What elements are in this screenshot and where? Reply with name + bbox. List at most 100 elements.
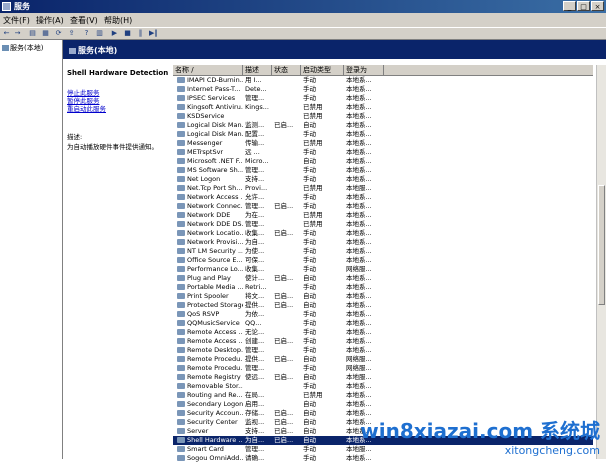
service-name-cell: KSDService bbox=[187, 112, 225, 120]
minimize-button[interactable]: _ bbox=[563, 1, 576, 11]
service-startup-cell: 手动 bbox=[303, 229, 316, 237]
table-row[interactable]: Plug and Play 使计... 已启... 自动 本地系... bbox=[173, 274, 593, 283]
service-logon-cell: 网络服... bbox=[346, 265, 372, 273]
table-row[interactable]: Network Provisi... 为自... 手动 本地系... bbox=[173, 238, 593, 247]
tree-node-services-local[interactable]: 服务(本地) bbox=[2, 43, 43, 53]
help-icon[interactable]: ? bbox=[82, 29, 91, 38]
services-icon bbox=[69, 47, 76, 54]
service-startup-cell: 自动 bbox=[303, 157, 316, 165]
table-row[interactable]: METrsptSvr 远 ... 手动 本地系... bbox=[173, 148, 593, 157]
table-row[interactable]: Microsoft .NET F... Micro... 自动 本地系... bbox=[173, 157, 593, 166]
table-row[interactable]: Internet Pass-T... Dete... 手动 本地系... bbox=[173, 85, 593, 94]
service-icon bbox=[177, 419, 185, 425]
service-icon bbox=[177, 437, 185, 443]
table-row[interactable]: Office Source E... 可保... 手动 本地系... bbox=[173, 256, 593, 265]
service-startup-cell: 自动 bbox=[303, 274, 316, 282]
table-row[interactable]: Logical Disk Man... 监测... 已启... 自动 本地系... bbox=[173, 121, 593, 130]
service-icon bbox=[177, 104, 185, 110]
service-logon-cell: 本地系... bbox=[346, 166, 372, 174]
service-icon bbox=[177, 392, 185, 398]
table-row[interactable]: Kingsoft Antiviru... Kings... 已禁用 本地系... bbox=[173, 103, 593, 112]
properties-icon[interactable]: ▦ bbox=[41, 29, 50, 38]
menu-help[interactable]: 帮助(H) bbox=[104, 15, 132, 26]
service-startup-cell: 手动 bbox=[303, 256, 316, 264]
column-log-on-as[interactable]: 登录为 bbox=[344, 65, 384, 75]
menu-view[interactable]: 查看(V) bbox=[70, 15, 98, 26]
close-button[interactable]: × bbox=[591, 1, 604, 11]
service-name-cell: Logical Disk Man... bbox=[187, 130, 243, 138]
menu-file[interactable]: 文件(F) bbox=[3, 15, 30, 26]
table-row[interactable]: Secondary Logon 启用... 自动 本地系... bbox=[173, 400, 593, 409]
scrollbar-thumb[interactable] bbox=[598, 185, 605, 305]
table-row[interactable]: Network DDE DS... 管理... 已禁用 本地系... bbox=[173, 220, 593, 229]
maximize-button[interactable]: □ bbox=[577, 1, 590, 11]
restart-service-link[interactable]: 重启动此服务 bbox=[67, 105, 106, 113]
table-row[interactable]: Logical Disk Man... 配置... 手动 本地系... bbox=[173, 130, 593, 139]
table-row[interactable]: Network Connec... 管理... 已启... 手动 本地系... bbox=[173, 202, 593, 211]
column-description[interactable]: 描述 bbox=[243, 65, 272, 75]
table-row[interactable]: QQMusicService QQ... 手动 本地系... bbox=[173, 319, 593, 328]
export-list-icon[interactable]: ⇪ bbox=[67, 29, 76, 38]
table-row[interactable]: IPSEC Services 管理... 手动 本地系... bbox=[173, 94, 593, 103]
start-service-icon[interactable]: ▶ bbox=[110, 29, 119, 38]
table-row[interactable]: Net Logon 支持... 手动 本地系... bbox=[173, 175, 593, 184]
service-desc-cell: Provi... bbox=[245, 184, 268, 192]
console-tree: 服务(本地) bbox=[0, 40, 63, 459]
column-startup-type[interactable]: 启动类型 bbox=[301, 65, 344, 75]
service-name-cell: Logical Disk Man... bbox=[187, 121, 243, 129]
description-panel: Shell Hardware Detection 停止此服务 暂停此服务 重启动… bbox=[63, 59, 173, 459]
service-desc-cell: 管理... bbox=[245, 166, 265, 174]
vertical-scrollbar[interactable] bbox=[596, 65, 606, 459]
service-logon-cell: 本地系... bbox=[346, 391, 372, 399]
back-icon[interactable]: ← bbox=[2, 29, 11, 38]
watermark-line1: win8xiazai.com 系统城 bbox=[360, 419, 600, 443]
column-status[interactable]: 状态 bbox=[272, 65, 301, 75]
table-row[interactable]: Remote Procedu... 管理... 手动 网络服... bbox=[173, 364, 593, 373]
service-name-cell: Security Center bbox=[187, 418, 238, 426]
show-hide-tree-icon[interactable]: ▤ bbox=[28, 29, 37, 38]
table-row[interactable]: Removable Stor... 手动 本地系... bbox=[173, 382, 593, 391]
table-row[interactable]: Protected Storage 提供... 已启... 自动 本地系... bbox=[173, 301, 593, 310]
restart-service-icon[interactable]: ▶‖ bbox=[149, 29, 158, 38]
table-row[interactable]: Remote Registry 使远... 已启... 自动 本地服... bbox=[173, 373, 593, 382]
service-status-cell: 已启... bbox=[274, 418, 294, 426]
service-startup-cell: 自动 bbox=[303, 355, 316, 363]
service-name-cell: Server bbox=[187, 427, 209, 435]
service-startup-cell: 自动 bbox=[303, 121, 316, 129]
table-row[interactable]: Net.Tcp Port Sh... Provi... 已禁用 本地服... bbox=[173, 184, 593, 193]
view-icon[interactable]: ▥ bbox=[95, 29, 104, 38]
table-row[interactable]: MS Software Sh... 管理... 手动 本地系... bbox=[173, 166, 593, 175]
pause-service-icon[interactable]: ‖ bbox=[136, 29, 145, 38]
table-row[interactable]: Portable Media ... Retri... 手动 本地系... bbox=[173, 283, 593, 292]
table-row[interactable]: Network Locatio... 收集... 已启... 手动 本地系... bbox=[173, 229, 593, 238]
table-row[interactable]: Network DDE 为在... 已禁用 本地系... bbox=[173, 211, 593, 220]
table-row[interactable]: QoS RSVP 为依... 手动 本地系... bbox=[173, 310, 593, 319]
service-desc-cell: 提供... bbox=[245, 355, 265, 363]
table-row[interactable]: Remote Access ... 无论... 手动 本地系... bbox=[173, 328, 593, 337]
service-desc-cell: 使计... bbox=[245, 274, 265, 282]
service-name-cell: Remote Desktop... bbox=[187, 346, 243, 354]
table-row[interactable]: Routing and Re... 在局... 已禁用 本地系... bbox=[173, 391, 593, 400]
table-row[interactable]: Print Spooler 将文... 已启... 自动 本地系... bbox=[173, 292, 593, 301]
refresh-icon[interactable]: ⟳ bbox=[54, 29, 63, 38]
table-row[interactable]: IMAPI CD-Burnin... 用 I... 手动 本地系... bbox=[173, 76, 593, 85]
table-row[interactable]: Performance Lo... 收集... 手动 网络服... bbox=[173, 265, 593, 274]
table-row[interactable]: Network Access ... 允许... 手动 本地系... bbox=[173, 193, 593, 202]
service-name-cell: Remote Registry bbox=[187, 373, 241, 381]
table-row[interactable]: Remote Access ... 创建... 已启... 手动 本地系... bbox=[173, 337, 593, 346]
table-row[interactable]: Remote Procedu... 提供... 已启... 自动 网络服... bbox=[173, 355, 593, 364]
table-row[interactable]: KSDService 已禁用 本地系... bbox=[173, 112, 593, 121]
service-logon-cell: 本地系... bbox=[346, 94, 372, 102]
table-row[interactable]: NT LM Security ... 为使... 手动 本地系... bbox=[173, 247, 593, 256]
service-logon-cell: 本地系... bbox=[346, 121, 372, 129]
table-row[interactable]: Messenger 传输... 已禁用 本地系... bbox=[173, 139, 593, 148]
menu-action[interactable]: 操作(A) bbox=[36, 15, 64, 26]
service-logon-cell: 网络服... bbox=[346, 355, 372, 363]
column-name[interactable]: 名称 / bbox=[173, 65, 243, 75]
service-name-cell: Shell Hardware ... bbox=[187, 436, 243, 444]
service-status-cell: 已启... bbox=[274, 427, 294, 435]
stop-service-icon[interactable]: ■ bbox=[123, 29, 132, 38]
forward-icon[interactable]: → bbox=[13, 29, 22, 38]
table-row[interactable]: Remote Desktop... 管理... 手动 本地系... bbox=[173, 346, 593, 355]
service-desc-cell: 传输... bbox=[245, 139, 265, 147]
